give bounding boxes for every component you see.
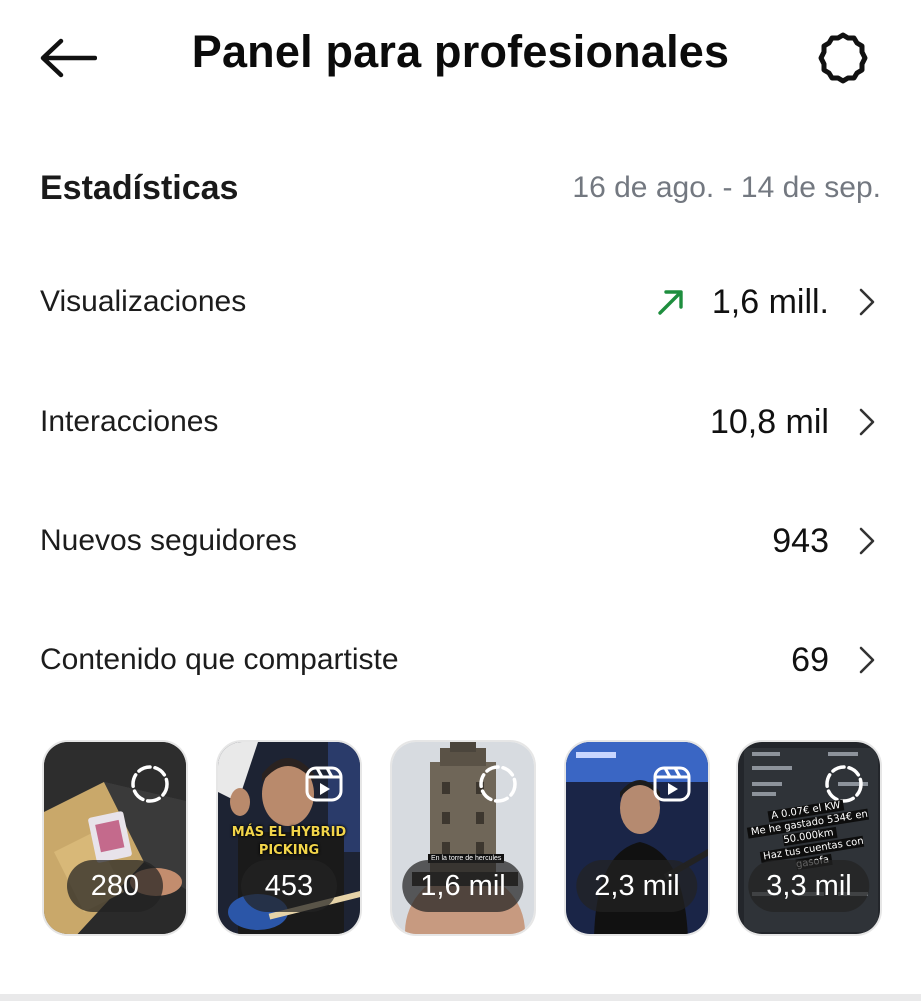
date-range[interactable]: 16 de ago. - 14 de sep. bbox=[572, 171, 881, 205]
view-count-badge: 1,6 mil bbox=[402, 860, 524, 912]
chevron-right-icon bbox=[853, 407, 881, 437]
metric-label: Nuevos seguidores bbox=[40, 524, 297, 557]
professional-dashboard: Panel para profesionales Estadísticas 16… bbox=[0, 0, 921, 1001]
section-title: Estadísticas bbox=[40, 168, 239, 207]
divider bbox=[0, 994, 921, 1001]
metric-value-group: 943 bbox=[772, 522, 881, 561]
chevron-right-icon bbox=[853, 287, 881, 317]
view-count-badge: 2,3 mil bbox=[576, 860, 698, 912]
metric-row-new-followers[interactable]: Nuevos seguidores 943 bbox=[0, 501, 921, 581]
metric-value-group: 10,8 mil bbox=[710, 403, 881, 442]
metric-value: 69 bbox=[791, 640, 829, 679]
overlay-text: PICKING bbox=[258, 843, 320, 858]
content-thumbnail[interactable]: En la torre de hercules 1,6 mil bbox=[390, 740, 536, 936]
page-title: Panel para profesionales bbox=[191, 26, 730, 77]
overlay-text: MÁS EL HYBRID bbox=[231, 825, 347, 840]
statistics-header: Estadísticas 16 de ago. - 14 de sep. bbox=[40, 163, 881, 213]
metric-value: 10,8 mil bbox=[709, 402, 829, 441]
view-count-badge: 280 bbox=[67, 860, 163, 912]
metric-row-interactions[interactable]: Interacciones 10,8 mil bbox=[0, 382, 921, 462]
metric-label: Visualizaciones bbox=[40, 285, 247, 318]
content-thumbnail[interactable]: 2,3 mil bbox=[564, 740, 710, 936]
view-count-badge: 3,3 mil bbox=[748, 860, 870, 912]
trend-up-icon bbox=[656, 287, 686, 317]
gear-icon bbox=[818, 32, 868, 84]
chevron-right-icon bbox=[853, 645, 881, 675]
content-thumbnail[interactable]: 280 bbox=[42, 740, 188, 936]
metric-label: Interacciones bbox=[40, 405, 219, 438]
content-thumbnail[interactable]: A 0.07€ el KW Me he gastado 534€ en 50.0… bbox=[736, 740, 882, 936]
metric-value: 943 bbox=[772, 521, 829, 560]
content-thumbnail[interactable]: MÁS EL HYBRID PICKING 453 bbox=[216, 740, 362, 936]
top-bar: Panel para profesionales bbox=[0, 0, 921, 115]
metric-label: Contenido que compartiste bbox=[40, 643, 399, 676]
chevron-right-icon bbox=[853, 526, 881, 556]
metric-value-group: 69 bbox=[791, 641, 881, 680]
metric-row-shared-content[interactable]: Contenido que compartiste 69 bbox=[0, 620, 921, 700]
content-thumbnails: 280 MÁS EL HYBRID PICKING 453 En la torr… bbox=[42, 740, 882, 938]
metric-value-group: 1,6 mill. bbox=[656, 283, 881, 322]
metric-value: 1,6 mill. bbox=[711, 282, 829, 321]
story-ring-icon bbox=[131, 765, 169, 803]
story-ring-icon bbox=[479, 765, 517, 803]
metric-row-views[interactable]: Visualizaciones 1,6 mill. bbox=[0, 262, 921, 342]
reels-icon bbox=[653, 766, 691, 802]
reels-icon bbox=[305, 766, 343, 802]
view-count-badge: 453 bbox=[241, 860, 337, 912]
settings-button[interactable] bbox=[810, 28, 876, 88]
